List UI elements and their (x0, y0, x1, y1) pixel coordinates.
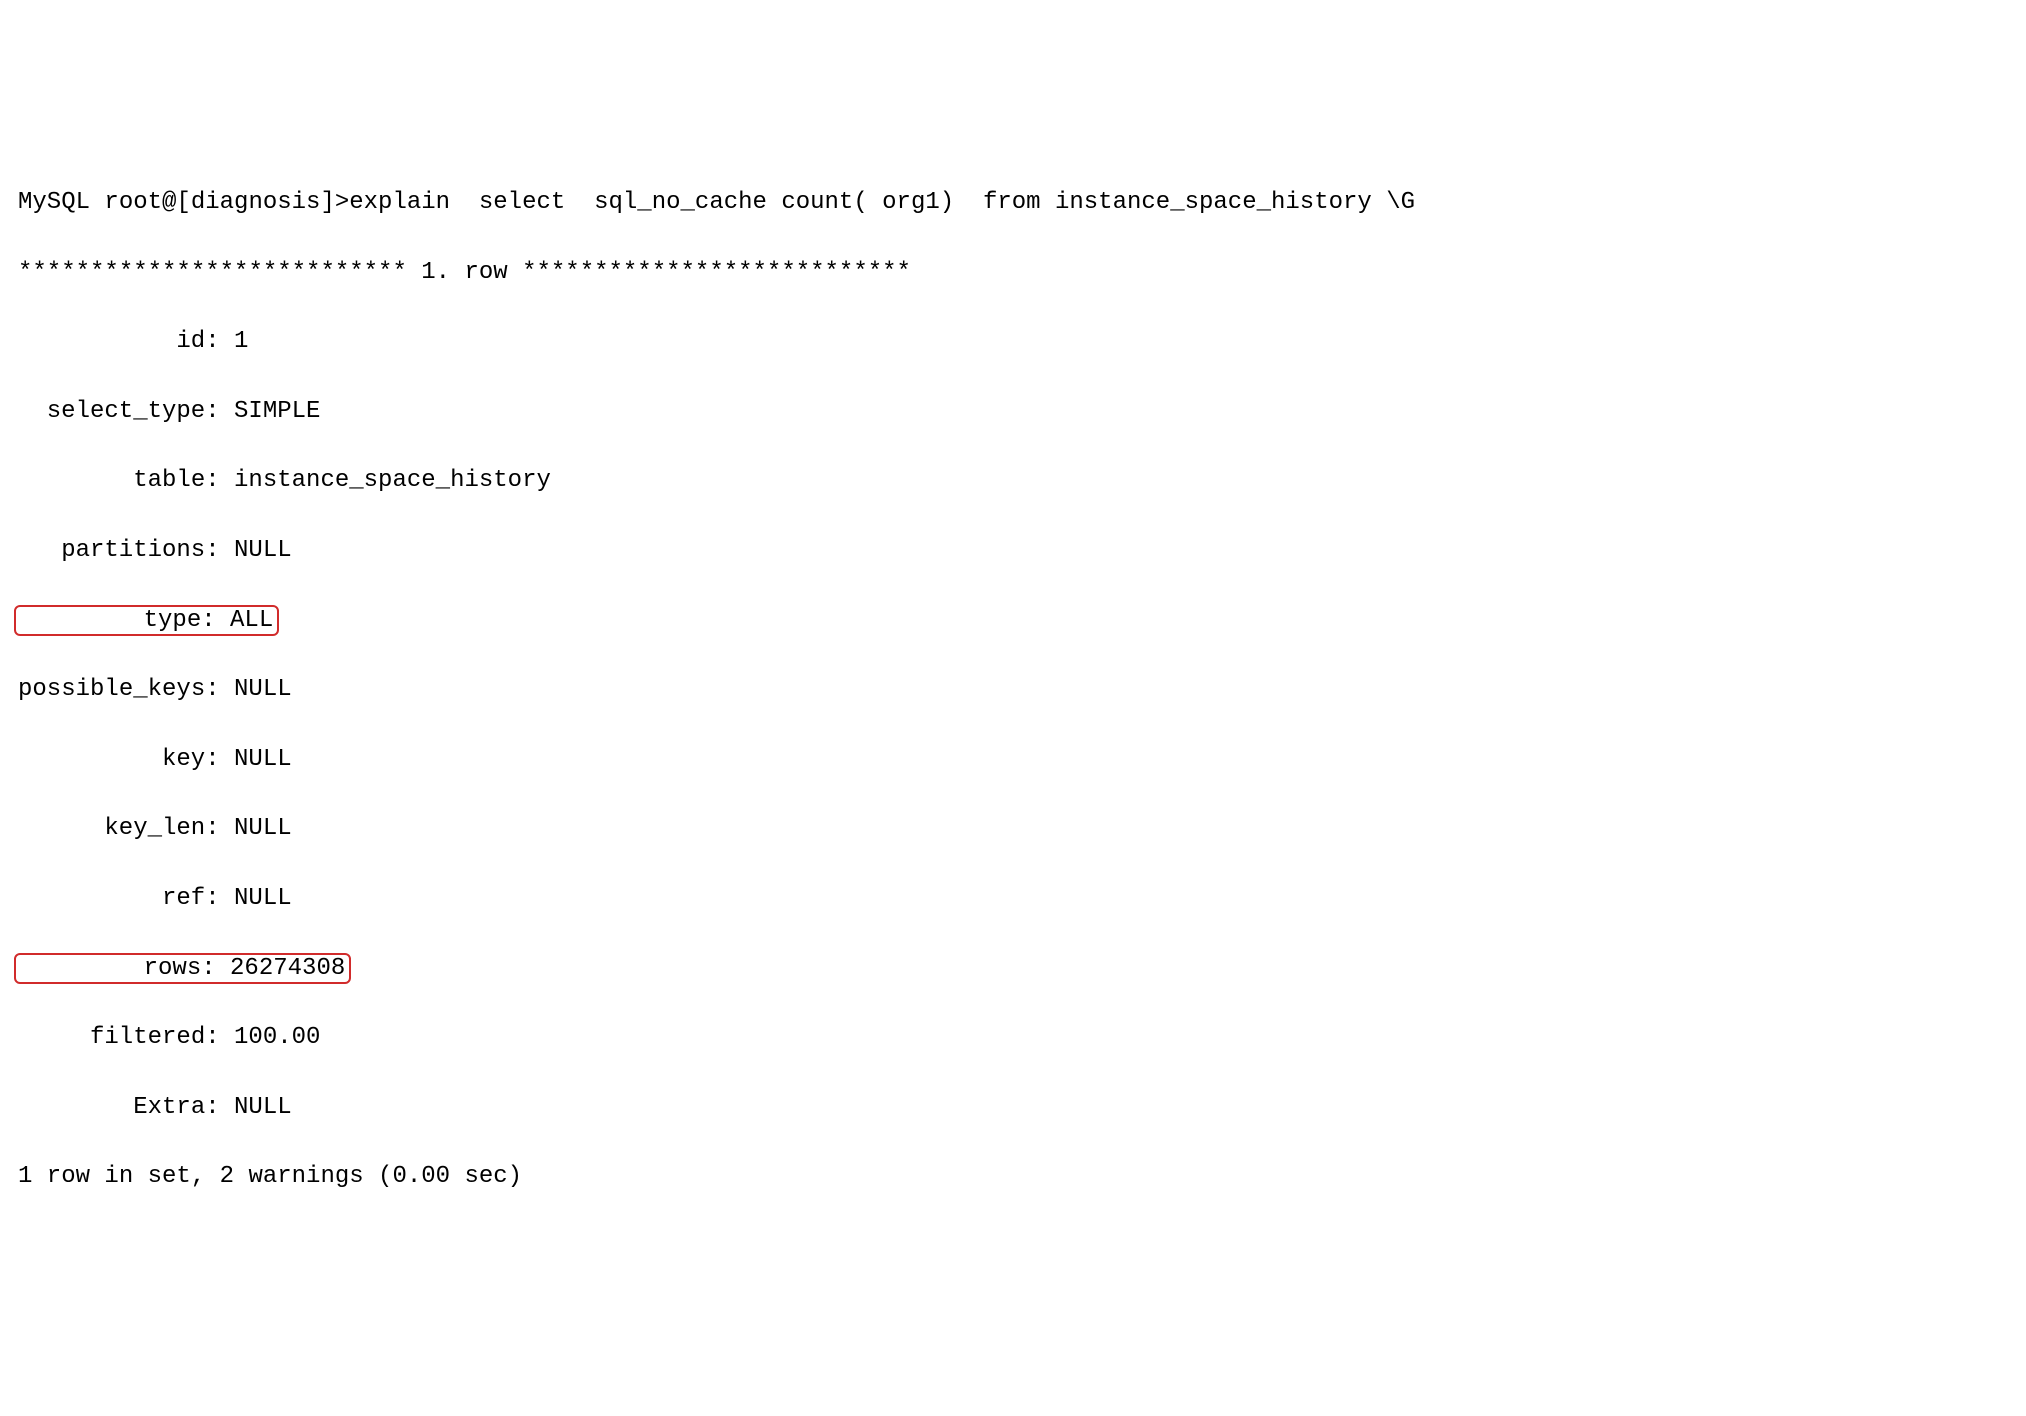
row-header: *************************** 1. row *****… (18, 256, 2008, 291)
field-label: ref (18, 882, 205, 917)
footer-line: 1 row in set, 2 warnings (0.00 sec) (18, 1160, 2008, 1195)
field-value: NULL (234, 676, 292, 703)
prompt-line: MySQL root@[diagnosis]>explain select sq… (18, 186, 2008, 221)
field-value: 1 (234, 328, 248, 355)
kv-separator: : (205, 746, 234, 773)
field-label: key_len (18, 812, 205, 847)
field-label: select_type (18, 395, 205, 430)
field-ref: ref: NULL (18, 882, 2008, 917)
field-possible-keys: possible_keys: NULL (18, 673, 2008, 708)
field-type: type: ALL (18, 604, 2008, 639)
field-label: possible_keys (18, 673, 205, 708)
field-label: id (18, 325, 205, 360)
field-label: partitions (18, 534, 205, 569)
field-value: instance_space_history (234, 467, 551, 494)
field-select-type: select_type: SIMPLE (18, 395, 2008, 430)
kv-separator: : (205, 676, 234, 703)
kv-separator: : (205, 1024, 234, 1051)
field-label: type (18, 604, 201, 639)
highlight-box-icon: rows: 26274308 (14, 953, 351, 984)
kv-separator: : (205, 328, 234, 355)
field-label: key (18, 743, 205, 778)
field-filtered: filtered: 100.00 (18, 1021, 2008, 1056)
field-value: NULL (234, 537, 292, 564)
field-label: filtered (18, 1021, 205, 1056)
field-key: key: NULL (18, 743, 2008, 778)
kv-separator: : (201, 955, 230, 982)
field-rows: rows: 26274308 (18, 952, 2008, 987)
field-value: NULL (234, 815, 292, 842)
kv-separator: : (201, 607, 230, 634)
kv-separator: : (205, 398, 234, 425)
field-label: table (18, 464, 205, 499)
kv-separator: : (205, 537, 234, 564)
field-value: ALL (230, 607, 273, 634)
field-label: rows (18, 952, 201, 987)
field-value: 100.00 (234, 1024, 320, 1051)
field-value: SIMPLE (234, 398, 320, 425)
highlight-box-icon: type: ALL (14, 605, 279, 636)
field-value: NULL (234, 885, 292, 912)
field-extra: Extra: NULL (18, 1091, 2008, 1126)
kv-separator: : (205, 467, 234, 494)
kv-separator: : (205, 885, 234, 912)
field-value: NULL (234, 746, 292, 773)
field-value: 26274308 (230, 955, 345, 982)
field-id: id: 1 (18, 325, 2008, 360)
field-key-len: key_len: NULL (18, 812, 2008, 847)
kv-separator: : (205, 815, 234, 842)
field-label: Extra (18, 1091, 205, 1126)
kv-separator: : (205, 1094, 234, 1121)
field-table: table: instance_space_history (18, 464, 2008, 499)
field-value: NULL (234, 1094, 292, 1121)
mysql-explain-output: MySQL root@[diagnosis]>explain select sq… (18, 151, 2008, 1230)
field-partitions: partitions: NULL (18, 534, 2008, 569)
